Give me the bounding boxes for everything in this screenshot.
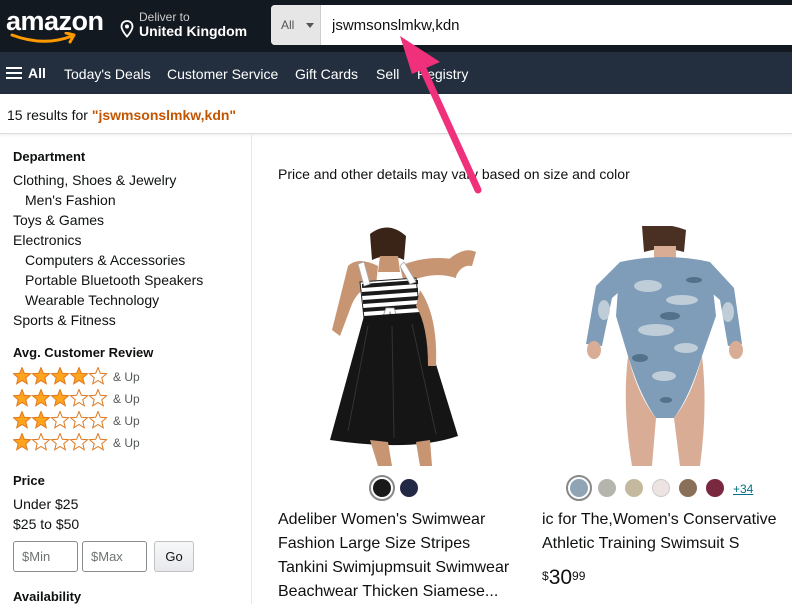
- color-swatch[interactable]: [369, 475, 395, 501]
- color-swatch[interactable]: [652, 479, 670, 497]
- nav-all-label: All: [28, 65, 46, 81]
- price-notice: Price and other details may vary based o…: [278, 166, 630, 182]
- nav-customer-service[interactable]: Customer Service: [167, 66, 278, 82]
- color-swatch[interactable]: [566, 475, 592, 501]
- department-link[interactable]: Men's Fashion: [25, 192, 116, 208]
- search-category-label: All: [281, 18, 295, 32]
- star-rating-icon: [13, 367, 108, 385]
- star-rating-icon: [13, 411, 108, 429]
- color-swatch[interactable]: [625, 479, 643, 497]
- search-input[interactable]: [323, 5, 783, 45]
- price-fraction: 99: [572, 569, 586, 583]
- nav-registry[interactable]: Registry: [417, 66, 468, 82]
- deliver-to-label: Deliver to: [139, 10, 190, 24]
- top-header: amazon Deliver to United Kingdom All: [0, 0, 792, 52]
- product-image-swimdress[interactable]: [308, 226, 508, 466]
- star-empty-icon: [50, 411, 70, 429]
- title-line: Athletic Training Swimsuit S: [542, 535, 740, 552]
- location-pin-icon: [120, 20, 134, 38]
- nav-bar: All Today's Deals Customer Service Gift …: [0, 52, 792, 94]
- star-empty-icon: [88, 389, 108, 407]
- star-rating-icon: [13, 433, 108, 451]
- review-filter-4-stars[interactable]: & Up: [13, 367, 213, 387]
- max-placeholder: Max: [98, 549, 123, 564]
- star-filled-icon: [31, 389, 51, 407]
- price-symbol: $: [542, 569, 549, 583]
- results-count-text: 15 results for "jswmsonslmkw,kdn": [7, 107, 236, 123]
- star-empty-icon: [69, 433, 89, 451]
- star-filled-icon: [13, 433, 32, 451]
- search-bar: All: [271, 5, 792, 45]
- search-category-dropdown[interactable]: All: [271, 5, 321, 45]
- color-swatch[interactable]: [598, 479, 616, 497]
- product-price: $3099: [542, 566, 585, 590]
- price-heading: Price: [13, 473, 45, 488]
- availability-heading: Availability: [13, 589, 82, 604]
- nav-gift-cards[interactable]: Gift Cards: [295, 66, 358, 82]
- min-price-input[interactable]: $Min: [13, 541, 78, 572]
- results-query: "jswmsonslmkw,kdn": [91, 107, 237, 123]
- filter-sidebar: Department Clothing, Shoes & Jewelry Men…: [0, 134, 252, 604]
- star-empty-icon: [88, 433, 108, 451]
- product-title[interactable]: ic for The,Women's Conservative Athletic…: [542, 508, 792, 556]
- title-line: Tankini Swimjupmsuit Swimwear: [278, 559, 510, 576]
- star-filled-icon: [13, 389, 32, 407]
- price-go-button[interactable]: Go: [154, 541, 194, 572]
- star-empty-icon: [50, 433, 70, 451]
- star-empty-icon: [88, 367, 108, 385]
- star-empty-icon: [31, 433, 51, 451]
- star-filled-icon: [31, 411, 51, 429]
- star-filled-icon: [50, 367, 70, 385]
- star-empty-icon: [69, 389, 89, 407]
- star-filled-icon: [50, 389, 70, 407]
- title-line: ic for The,Women's Conservative: [542, 511, 777, 528]
- nav-sell[interactable]: Sell: [376, 66, 399, 82]
- review-filter-3-stars[interactable]: & Up: [13, 389, 213, 409]
- star-filled-icon: [13, 411, 32, 429]
- review-filter-1-star[interactable]: & Up: [13, 433, 213, 453]
- title-line: Fashion Large Size Stripes: [278, 535, 471, 552]
- product-image-long-sleeve-swimsuit[interactable]: [582, 226, 752, 466]
- color-swatch[interactable]: [706, 479, 724, 497]
- star-filled-icon: [13, 367, 32, 385]
- color-swatch[interactable]: [679, 479, 697, 497]
- department-link[interactable]: Portable Bluetooth Speakers: [25, 272, 203, 288]
- smile-arrow-icon: [10, 32, 76, 44]
- price-whole: 30: [548, 566, 573, 589]
- and-up-label: & Up: [113, 436, 140, 450]
- department-link[interactable]: Clothing, Shoes & Jewelry: [13, 172, 176, 188]
- star-rating-icon: [13, 389, 108, 407]
- title-line: Beachwear Thicken Siamese...: [278, 583, 499, 600]
- price-range-link[interactable]: Under $25: [13, 496, 78, 512]
- department-link[interactable]: Wearable Technology: [25, 292, 159, 308]
- review-heading: Avg. Customer Review: [13, 345, 154, 360]
- and-up-label: & Up: [113, 414, 140, 428]
- results-prefix: 15 results for: [7, 107, 92, 123]
- star-filled-icon: [31, 367, 51, 385]
- department-link[interactable]: Computers & Accessories: [25, 252, 185, 268]
- department-link[interactable]: Sports & Fitness: [13, 312, 116, 328]
- price-range-link[interactable]: $25 to $50: [13, 516, 79, 532]
- and-up-label: & Up: [113, 370, 140, 384]
- department-link[interactable]: Electronics: [13, 232, 81, 248]
- department-heading: Department: [13, 149, 86, 164]
- nav-todays-deals[interactable]: Today's Deals: [64, 66, 151, 82]
- star-empty-icon: [69, 411, 89, 429]
- product-title[interactable]: Adeliber Women's Swimwear Fashion Large …: [278, 508, 528, 604]
- color-swatch[interactable]: [400, 479, 418, 497]
- deliver-to-location: United Kingdom: [139, 23, 248, 39]
- min-placeholder: Min: [29, 549, 51, 564]
- star-filled-icon: [69, 367, 89, 385]
- review-filter-2-stars[interactable]: & Up: [13, 411, 213, 431]
- more-colors-link[interactable]: +34: [733, 482, 753, 496]
- star-empty-icon: [88, 411, 108, 429]
- hamburger-menu-icon: [6, 67, 22, 79]
- department-link[interactable]: Toys & Games: [13, 212, 104, 228]
- max-price-input[interactable]: $Max: [82, 541, 147, 572]
- results-count-bar: 15 results for "jswmsonslmkw,kdn": [0, 94, 792, 134]
- and-up-label: & Up: [113, 392, 140, 406]
- caret-down-icon: [306, 23, 314, 28]
- amazon-logo[interactable]: amazon: [6, 6, 106, 46]
- title-line: Adeliber Women's Swimwear: [278, 511, 486, 528]
